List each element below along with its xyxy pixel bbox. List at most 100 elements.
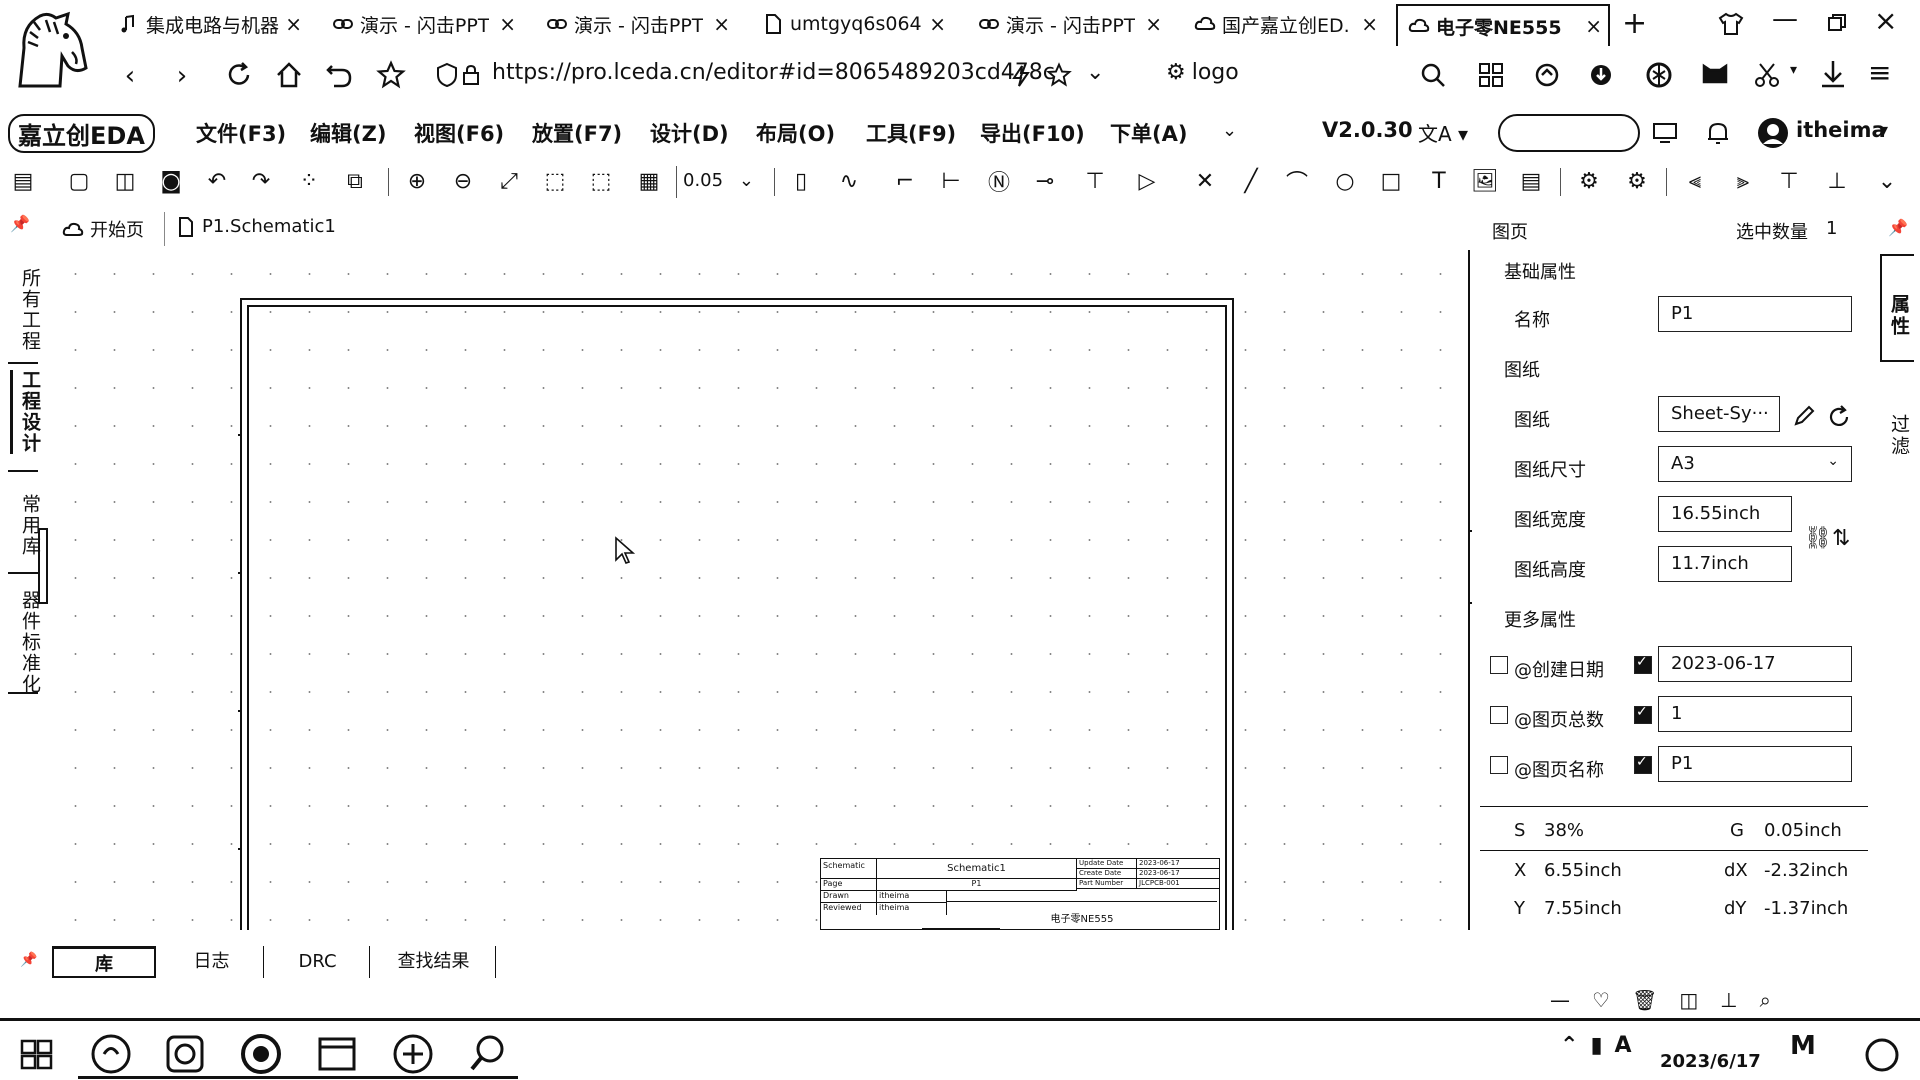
- net-flag-icon[interactable]: ▷: [1132, 166, 1162, 196]
- apps-grid-icon[interactable]: [1478, 62, 1504, 88]
- close-tab-icon[interactable]: ×: [707, 12, 736, 36]
- no-connect-icon[interactable]: ✕: [1190, 166, 1220, 196]
- save-local-icon[interactable]: ◙: [156, 166, 186, 196]
- close-tab-icon[interactable]: ×: [923, 12, 952, 36]
- schematic-canvas[interactable]: Schematic Schematic1 Page P1 Drawn ithei…: [50, 250, 1468, 930]
- app-icon-5[interactable]: [388, 1029, 438, 1079]
- home-icon[interactable]: [274, 60, 304, 90]
- right-tab-filter[interactable]: 过滤: [1880, 378, 1914, 478]
- name-input[interactable]: P1: [1658, 296, 1852, 332]
- new-menu-icon[interactable]: ▤: [8, 166, 38, 196]
- wire-icon[interactable]: ∿: [834, 166, 864, 196]
- file-icon[interactable]: ▢: [64, 166, 94, 196]
- pin-icon[interactable]: 📌: [20, 952, 37, 968]
- shield-icon[interactable]: [436, 62, 458, 88]
- bookmark-star-icon[interactable]: [1046, 62, 1072, 88]
- net-label-icon[interactable]: ⊢: [936, 166, 966, 196]
- back-icon[interactable]: ‹: [114, 60, 146, 92]
- menu-export[interactable]: 导出(F10): [980, 118, 1085, 148]
- left-tab-project-design[interactable]: 工程设计: [10, 370, 41, 454]
- checkbox-page-count[interactable]: [1490, 706, 1508, 724]
- menu-edit[interactable]: 编辑(Z): [310, 118, 386, 148]
- search-pill[interactable]: [1498, 114, 1640, 152]
- download-icon[interactable]: [1818, 58, 1848, 90]
- close-tab-icon[interactable]: ×: [279, 12, 308, 36]
- right-tab-properties[interactable]: 属性: [1880, 254, 1914, 362]
- app-icon-4[interactable]: [312, 1029, 362, 1079]
- browser-tab-6[interactable]: 国产嘉立创ED. ×: [1194, 6, 1384, 42]
- align-bottom-icon[interactable]: ⊥: [1822, 166, 1852, 196]
- new-tab-button[interactable]: +: [1622, 6, 1647, 41]
- scroll-handle[interactable]: [922, 928, 1000, 930]
- chevron-down-icon[interactable]: ▾: [1790, 62, 1797, 78]
- star-icon[interactable]: [376, 60, 406, 90]
- minimize-icon[interactable]: —: [1550, 988, 1570, 1012]
- doc-tab-home[interactable]: 开始页: [62, 216, 144, 242]
- line-icon[interactable]: ╱: [1236, 166, 1266, 196]
- bookmark-logo[interactable]: ⚙ logo: [1166, 60, 1239, 85]
- notification-badge-icon[interactable]: [1864, 1037, 1900, 1073]
- avatar-icon[interactable]: [1756, 116, 1790, 150]
- menu-tools[interactable]: 工具(F9): [866, 118, 956, 148]
- bottom-tab-library[interactable]: 库: [52, 946, 156, 978]
- vcc-icon[interactable]: ⊤: [1080, 166, 1110, 196]
- page-count-input[interactable]: 1: [1658, 696, 1852, 732]
- bottom-tab-drc[interactable]: DRC: [266, 946, 370, 978]
- hamburger-menu-icon[interactable]: ≡: [1868, 56, 1891, 89]
- pin-icon[interactable]: 📌: [1888, 218, 1908, 237]
- heart-icon[interactable]: ♡: [1592, 988, 1610, 1012]
- select-area-icon[interactable]: ⬚: [586, 166, 616, 196]
- extension-icon[interactable]: [1534, 62, 1560, 88]
- bottom-tab-search-results[interactable]: 查找结果: [372, 946, 496, 978]
- menu-design[interactable]: 设计(D): [650, 118, 729, 148]
- monitor-icon[interactable]: [1652, 122, 1678, 144]
- sheet-settings-icon[interactable]: ⚙: [1574, 166, 1604, 196]
- download-circle-icon[interactable]: [1588, 62, 1614, 88]
- image-icon[interactable]: 🖼: [1470, 166, 1500, 196]
- trash-icon[interactable]: 🗑: [1632, 988, 1657, 1012]
- cat-extension-icon[interactable]: [1700, 60, 1730, 90]
- checkbox-create-date[interactable]: [1490, 656, 1508, 674]
- browser-tab-1[interactable]: 集成电路与机器 ×: [118, 6, 308, 42]
- junction-icon[interactable]: ⊸: [1030, 166, 1060, 196]
- bell-icon[interactable]: [1706, 120, 1730, 146]
- swap-icon[interactable]: ⇅: [1832, 526, 1850, 551]
- checkbox-visible-create-date[interactable]: [1634, 654, 1652, 674]
- input-method-icon[interactable]: A: [1615, 1033, 1632, 1058]
- search-icon[interactable]: ⌕: [1760, 988, 1771, 1012]
- more-menu-icon[interactable]: ⌄: [1222, 120, 1237, 141]
- part-icon[interactable]: ▯: [786, 166, 816, 196]
- undo-icon[interactable]: ↶: [202, 166, 232, 196]
- height-input[interactable]: 11.7inch: [1658, 546, 1792, 582]
- browser-tab-7-active[interactable]: 电子零NE555 ×: [1396, 4, 1610, 46]
- app-icon-3[interactable]: [236, 1029, 286, 1079]
- align-left-icon[interactable]: ⫷: [1680, 166, 1710, 196]
- collapse-handle[interactable]: [38, 528, 48, 604]
- text-icon[interactable]: T: [1424, 166, 1454, 196]
- forward-icon[interactable]: ›: [166, 60, 198, 92]
- chevron-up-icon[interactable]: ⌃: [1560, 1033, 1578, 1058]
- chevron-down-icon[interactable]: ⌄: [1872, 166, 1902, 196]
- close-tab-icon[interactable]: ×: [1355, 12, 1384, 36]
- close-tab-icon[interactable]: ×: [493, 12, 522, 36]
- redo-icon[interactable]: ↷: [246, 166, 276, 196]
- arc-icon[interactable]: ⌒: [1282, 166, 1312, 196]
- left-tab-common-lib[interactable]: 常用库: [10, 494, 41, 557]
- username-label[interactable]: itheima: [1796, 118, 1886, 142]
- find-icon[interactable]: ⧉: [340, 166, 370, 196]
- zoom-area-icon[interactable]: ⬚: [540, 166, 570, 196]
- size-select[interactable]: A3 ⌄: [1658, 446, 1852, 482]
- windows-start-icon[interactable]: [12, 1029, 62, 1079]
- url-field[interactable]: https://pro.lceda.cn/editor#id=806548920…: [492, 60, 1055, 85]
- page-name-input[interactable]: P1: [1658, 746, 1852, 782]
- app-icon-2[interactable]: [160, 1029, 210, 1079]
- grid-icon[interactable]: ▦: [634, 166, 664, 196]
- close-tab-icon[interactable]: ×: [1579, 14, 1608, 38]
- undo-close-tab-icon[interactable]: [324, 60, 354, 90]
- checkbox-visible-page-count[interactable]: [1634, 704, 1652, 724]
- app-icon-6[interactable]: [462, 1029, 512, 1079]
- lock-icon[interactable]: [462, 64, 480, 86]
- menu-place[interactable]: 放置(F7): [532, 118, 622, 148]
- refresh-icon[interactable]: [1826, 404, 1852, 430]
- component-grid-icon[interactable]: ⁘: [294, 166, 324, 196]
